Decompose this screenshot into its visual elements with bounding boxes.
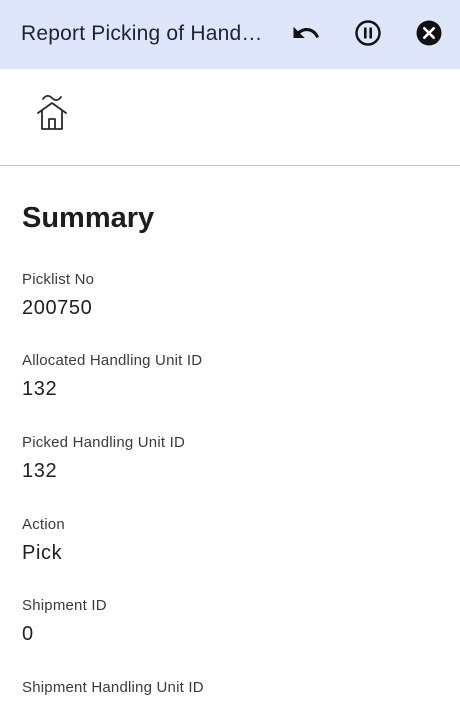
summary-heading: Summary: [22, 202, 155, 234]
field-value: 132: [22, 378, 58, 400]
field-value: 132: [22, 460, 58, 482]
field-label: Shipment ID: [22, 597, 107, 614]
top-app-bar: Report Picking of Hand…: [0, 0, 460, 69]
app-screen: Report Picking of Hand… Summary Picklist…: [0, 0, 460, 726]
home-toolbar: [0, 69, 460, 166]
field-shipment-handling-unit-id: Shipment Handling Unit ID: [22, 678, 204, 698]
field-picklist-no: Picklist No 200750: [22, 270, 94, 321]
undo-button[interactable]: [290, 19, 322, 51]
home-button[interactable]: [28, 92, 76, 140]
field-value: Pick: [22, 542, 63, 564]
close-button[interactable]: [413, 19, 445, 51]
field-label: Picked Handling Unit ID: [22, 434, 186, 451]
field-picked-handling-unit-id: Picked Handling Unit ID 132: [22, 433, 185, 484]
field-action: Action Pick: [22, 515, 65, 566]
field-shipment-id: Shipment ID 0: [22, 596, 107, 647]
pause-circle-icon: [353, 18, 383, 53]
field-value: 0: [22, 623, 34, 645]
field-allocated-handling-unit-id: Allocated Handling Unit ID 132: [22, 351, 202, 402]
field-label: Picklist No: [22, 271, 95, 288]
close-circle-icon: [414, 18, 444, 53]
field-label: Allocated Handling Unit ID: [22, 352, 203, 369]
field-label: Shipment Handling Unit ID: [22, 679, 204, 696]
home-icon: [32, 92, 72, 141]
undo-icon: [291, 18, 321, 53]
field-value: 200750: [22, 297, 93, 319]
page-title: Report Picking of Hand…: [21, 22, 263, 45]
pause-button[interactable]: [352, 19, 384, 51]
field-label: Action: [22, 516, 65, 533]
